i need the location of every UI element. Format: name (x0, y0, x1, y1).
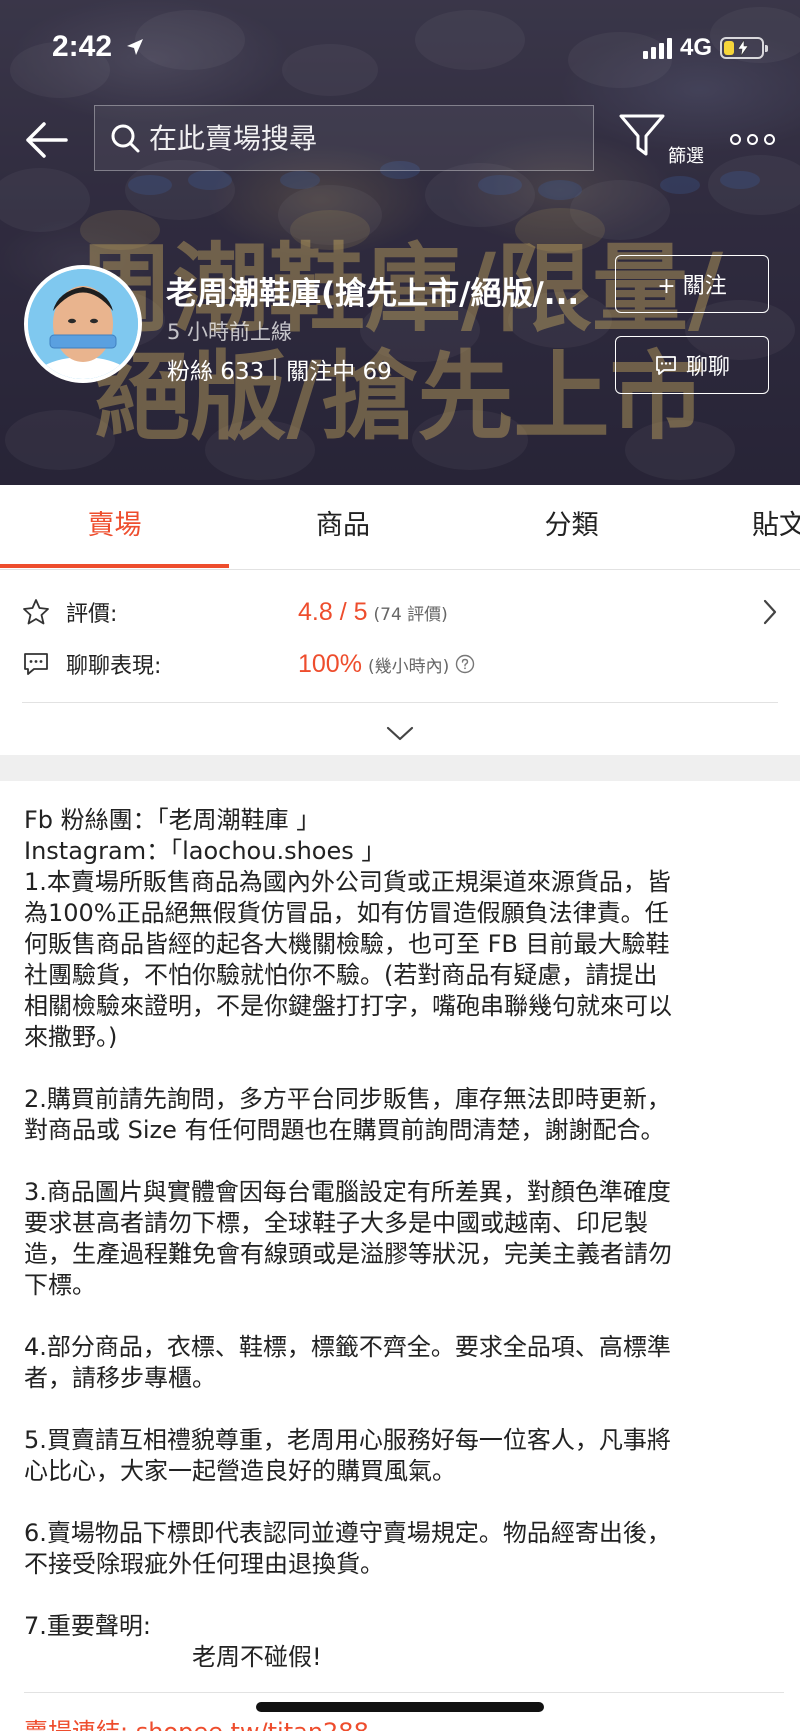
chat-label: 聊聊 (685, 355, 730, 380)
stats-divider (22, 702, 778, 703)
last-online: 5 小時前上線 (167, 320, 293, 344)
following-count[interactable]: 關注中 69 (286, 352, 392, 386)
avatar-image (28, 269, 138, 379)
battery-icon (720, 37, 768, 59)
desc-line: 不接受除瑕疵外任何理由退換貨。 (24, 1550, 384, 1578)
status-time-text: 2:42 (52, 30, 113, 63)
follower-separator (274, 358, 277, 380)
desc-line: 6.賣場物品下標即代表認同並遵守賣場規定。物品經寄出後， (24, 1519, 671, 1547)
rating-count: (74 評價) (373, 604, 448, 625)
follower-stats: 粉絲 633 關注中 69 (167, 352, 392, 386)
status-time: 2:42 (52, 30, 146, 64)
desc-line: 心比心，大家一起營造良好的購買風氣。 (24, 1457, 456, 1485)
desc-line: 要求甚高者請勿下標，全球鞋子大多是中國或越南、印尼製 (24, 1209, 648, 1237)
desc-line: 2.購買前請先詢問，多方平台同步販售，庫存無法即時更新， (24, 1085, 671, 1113)
chat-button[interactable]: 聊聊 (615, 336, 769, 394)
back-arrow-icon (26, 122, 68, 158)
desc-line: Instagram：「laochou.shoes 」 (24, 837, 386, 865)
follow-button[interactable]: + 關注 (615, 255, 769, 313)
desc-line: 造，生產過程難免會有線頭或是溢膠等狀況，完美主義者請勿 (24, 1240, 672, 1268)
desc-line: 來撒野。) (24, 1023, 118, 1051)
desc-line: 者，請移步專櫃。 (24, 1364, 216, 1392)
chat-response-rate: 100% (298, 649, 362, 678)
charging-bolt-icon (737, 40, 749, 56)
chevron-right-icon (763, 599, 777, 625)
section-gap (0, 755, 800, 781)
rating-row[interactable]: 評價: 4.8 / 5 (74 評價) (22, 592, 782, 632)
location-arrow-icon (127, 39, 144, 55)
more-options-button[interactable] (730, 124, 776, 154)
desc-line: Fb 粉絲團：「老周潮鞋庫 」 (24, 806, 321, 834)
desc-blank-line (24, 1487, 784, 1518)
description-divider (24, 1692, 784, 1693)
shop-avatar[interactable] (24, 265, 142, 383)
active-tab-indicator (0, 564, 229, 568)
chat-performance-label: 聊聊表現: (66, 654, 162, 679)
tab-posts[interactable]: 貼文 (752, 485, 800, 570)
desc-blank-line (24, 1580, 784, 1611)
help-icon[interactable] (455, 654, 475, 674)
tab-products[interactable]: 商品 (229, 485, 457, 570)
followers-count[interactable]: 粉絲 633 (167, 352, 264, 386)
expand-stats-button[interactable] (382, 720, 418, 746)
chat-performance-row: 聊聊表現: 100% (幾小時內) (22, 644, 782, 684)
chat-bubble-icon (24, 653, 48, 675)
chat-performance-group: 100% (幾小時內) (298, 650, 475, 679)
desc-line: 下標。 (24, 1271, 96, 1299)
rating-value-group: 4.8 / 5 (74 評價) (298, 598, 448, 627)
status-indicators: 4G (642, 34, 768, 62)
shop-name: 老周潮鞋庫(搶先上市/絕版/... (166, 276, 580, 312)
shop-tabs: 賣場 商品 分類 貼文 (0, 485, 800, 570)
shop-search-box[interactable] (94, 105, 594, 171)
shop-stats: 評價: 4.8 / 5 (74 評價) 聊聊表現: 100% (幾小時內) (0, 570, 800, 755)
rating-value: 4.8 / 5 (298, 597, 368, 626)
tab-categories[interactable]: 分類 (457, 485, 686, 570)
desc-line: 為100%正品絕無假貨仿冒品，如有仿冒造假願負法律責。任 (24, 899, 669, 927)
desc-blank-line (24, 1301, 784, 1332)
chat-response-time: (幾小時內) (367, 656, 450, 677)
desc-line: 7.重要聲明: (24, 1612, 151, 1640)
shop-search-input[interactable] (149, 121, 549, 155)
cellular-signal-icon (642, 37, 672, 59)
more-icon (730, 133, 741, 145)
status-bar: 2:42 4G (0, 0, 800, 95)
rating-label: 評價: (66, 602, 118, 627)
desc-blank-line (24, 1146, 784, 1177)
chevron-down-icon (386, 726, 414, 741)
filter-icon (619, 114, 665, 156)
search-icon (111, 124, 140, 153)
filter-button[interactable]: 篩選 (618, 112, 708, 174)
desc-line: 社團驗貨，不怕你驗就怕你不驗。(若對商品有疑慮，請提出 (24, 961, 658, 989)
tab-shop[interactable]: 賣場 (0, 485, 229, 570)
shop-description: Fb 粉絲團：「老周潮鞋庫 」 Instagram：「laochou.shoes… (24, 805, 784, 1673)
desc-line: 何販售商品皆經的起各大機關檢驗，也可至 FB 目前最大驗鞋 (24, 930, 670, 958)
home-indicator[interactable] (256, 1702, 544, 1712)
desc-line: 3.商品圖片與實體會因每台電腦設定有所差異，對顏色準確度 (24, 1178, 671, 1206)
desc-line: 老周不碰假! (192, 1643, 322, 1671)
follow-label: + 關注 (657, 274, 727, 299)
desc-line: 4.部分商品，衣標、鞋標，標籤不齊全。要求全品項、高標準 (24, 1333, 671, 1361)
desc-line: 5.買賣請互相禮貌尊重，老周用心服務好每一位客人，凡事將 (24, 1426, 671, 1454)
network-type: 4G (679, 34, 712, 61)
desc-blank-line (24, 1053, 784, 1084)
back-button[interactable] (22, 115, 72, 165)
chat-bubble-icon (656, 356, 676, 375)
desc-line: 對商品或 Size 有任何問題也在購買前詢問清楚，謝謝配合。 (24, 1116, 665, 1144)
desc-line: 1.本賣場所販售商品為國內外公司貨或正規渠道來源貨品，皆 (24, 868, 671, 896)
desc-blank-line (24, 1394, 784, 1425)
desc-line: 相關檢驗來證明，不是你鍵盤打打字，嘴砲串聯幾句就來可以 (24, 992, 672, 1020)
battery-level (724, 41, 734, 55)
filter-label: 篩選 (668, 146, 704, 167)
shop-link[interactable]: 賣場連結: shopee.tw/titan288 (24, 1712, 369, 1731)
star-icon (23, 599, 49, 625)
shop-header: 周潮鞋庫/限量/ 絕版/搶先上市 2:42 4G 在此賣場搜尋 篩選 老周潮鞋庫… (0, 0, 800, 485)
